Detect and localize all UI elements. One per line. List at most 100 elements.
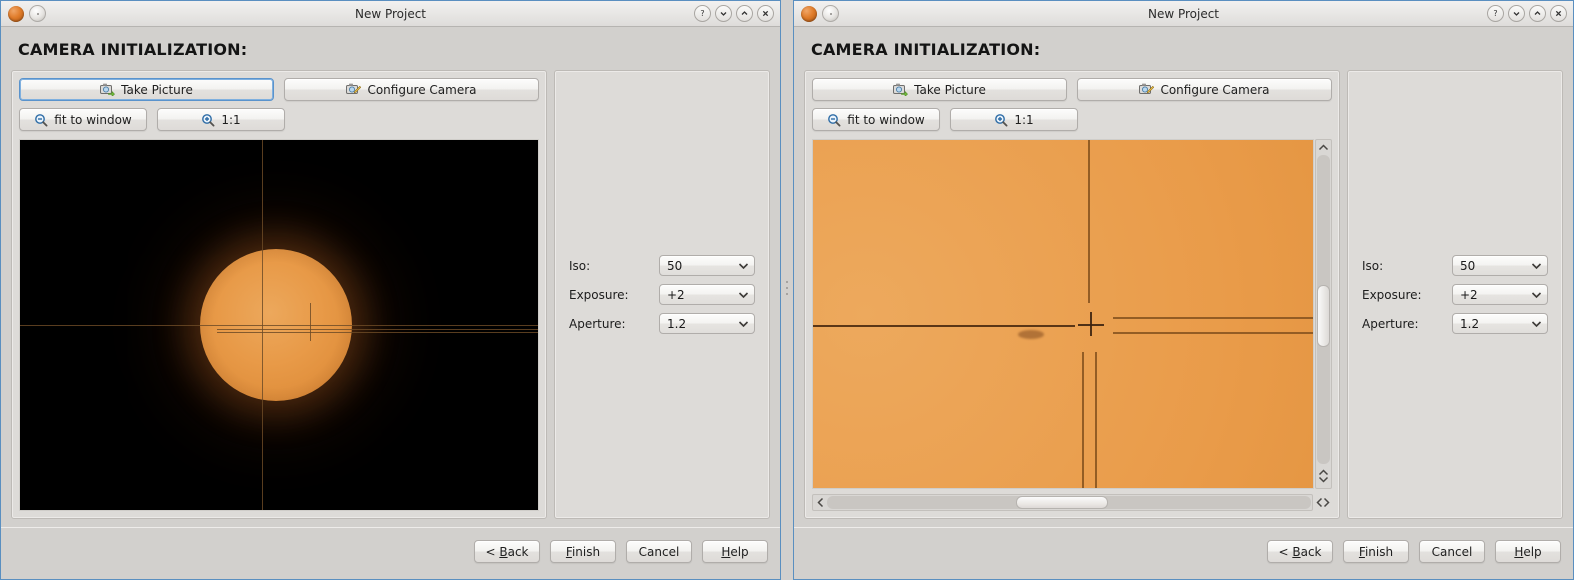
iso-select[interactable]: 50	[1452, 255, 1548, 276]
titlebar[interactable]: New Project ?	[794, 1, 1573, 27]
chevron-down-icon	[738, 320, 749, 328]
reticle-vertical-lower-a	[1082, 352, 1084, 488]
chevron-down-icon	[738, 262, 749, 270]
zoom-in-icon	[201, 113, 215, 127]
camera-add-icon	[893, 83, 909, 96]
wizard-footer: < Back Finish Cancel Help	[794, 527, 1573, 579]
camera-action-toolbar: Take Picture Configure Camera	[812, 78, 1332, 101]
horizontal-scroll-track[interactable]	[827, 496, 1311, 509]
window-controls: ?	[694, 5, 776, 22]
vertical-scroll-thumb[interactable]	[1317, 284, 1330, 347]
finish-button[interactable]: Finish	[1343, 540, 1409, 563]
iso-value: 50	[667, 258, 683, 273]
camera-settings-panel: Iso: 50 Exposure: +2 Aperture: 1.2	[1347, 70, 1563, 519]
window-body: CAMERA INITIALIZATION: Take Picture Conf…	[1, 27, 780, 527]
finish-button[interactable]: Finish	[550, 540, 616, 563]
zoom-in-icon	[994, 113, 1008, 127]
vertical-scroll-track[interactable]	[1317, 155, 1330, 464]
moon-disc-icon	[822, 5, 839, 22]
cancel-label: Cancel	[638, 544, 680, 559]
reticle-horizontal-left	[813, 325, 1075, 327]
zoom-toolbar: fit to window 1:1	[812, 108, 1332, 131]
exposure-row: Exposure: +2	[1362, 284, 1548, 305]
camera-action-toolbar: Take Picture Configure Camera	[19, 78, 539, 101]
sun-disc-zoomed	[813, 140, 1313, 488]
chevron-down-icon	[1531, 320, 1542, 328]
content-row: Take Picture Configure Camera fit to win…	[11, 70, 770, 527]
exposure-select[interactable]: +2	[1452, 284, 1548, 305]
exposure-value: +2	[1460, 287, 1478, 302]
close-window-button[interactable]	[1550, 5, 1567, 22]
configure-camera-label: Configure Camera	[367, 82, 477, 97]
scroll-down-buttons[interactable]	[1316, 465, 1331, 487]
help-window-button[interactable]: ?	[694, 5, 711, 22]
camera-panel: Take Picture Configure Camera fit to win…	[804, 70, 1340, 519]
exposure-value: +2	[667, 287, 685, 302]
desktop: New Project ? CAMERA INITIALIZATION: Tak…	[0, 0, 1574, 580]
one-to-one-button[interactable]: 1:1	[157, 108, 285, 131]
help-button[interactable]: Help	[702, 540, 768, 563]
sun-orb-icon	[801, 5, 817, 22]
svg-text:?: ?	[1493, 9, 1497, 18]
aperture-select[interactable]: 1.2	[1452, 313, 1548, 334]
reticle-vertical-tick	[310, 302, 311, 341]
camera-preview-fit[interactable]	[19, 139, 539, 511]
horizontal-scroll-thumb[interactable]	[1015, 496, 1108, 509]
back-button[interactable]: < Back	[1267, 540, 1333, 563]
help-button[interactable]: Help	[1495, 540, 1561, 563]
reticle-horizontal-line-2	[216, 329, 538, 330]
close-window-button[interactable]	[757, 5, 774, 22]
reticle-horizontal-line-3	[216, 332, 538, 333]
titlebar[interactable]: New Project ?	[1, 1, 780, 27]
scroll-up-button[interactable]	[1316, 141, 1331, 154]
window-one-to-one-view: New Project ? CAMERA INITIALIZATION: Tak…	[793, 0, 1574, 580]
scroll-right-buttons[interactable]	[1314, 497, 1332, 508]
cancel-button[interactable]: Cancel	[626, 540, 692, 563]
minimize-window-button[interactable]	[1508, 5, 1525, 22]
maximize-window-button[interactable]	[1529, 5, 1546, 22]
aperture-row: Aperture: 1.2	[569, 313, 755, 334]
exposure-label: Exposure:	[1362, 287, 1422, 302]
camera-add-icon	[100, 83, 116, 96]
reticle-center-cross-h	[1078, 324, 1104, 326]
wizard-footer: < Back Finish Cancel Help	[1, 527, 780, 579]
camera-panel: Take Picture Configure Camera fit to win…	[11, 70, 547, 519]
cancel-label: Cancel	[1431, 544, 1473, 559]
window-splitter[interactable]	[781, 0, 793, 580]
aperture-value: 1.2	[1460, 316, 1480, 331]
svg-text:?: ?	[700, 9, 704, 18]
window-fit-view: New Project ? CAMERA INITIALIZATION: Tak…	[0, 0, 781, 580]
cancel-button[interactable]: Cancel	[1419, 540, 1485, 563]
reticle-horizontal-right-b	[1113, 332, 1313, 334]
vertical-scrollbar[interactable]	[1315, 139, 1332, 489]
one-to-one-button[interactable]: 1:1	[950, 108, 1078, 131]
fit-to-window-button[interactable]: fit to window	[812, 108, 940, 131]
take-picture-button[interactable]: Take Picture	[812, 78, 1067, 101]
camera-preview-one-to-one[interactable]	[812, 139, 1314, 489]
configure-camera-button[interactable]: Configure Camera	[284, 78, 539, 101]
scroll-left-button[interactable]	[814, 497, 827, 508]
iso-select[interactable]: 50	[659, 255, 755, 276]
help-window-button[interactable]: ?	[1487, 5, 1504, 22]
horizontal-scrollbar[interactable]	[812, 494, 1313, 511]
aperture-label: Aperture:	[569, 316, 626, 331]
exposure-select[interactable]: +2	[659, 284, 755, 305]
zoom-toolbar: fit to window 1:1	[19, 108, 539, 131]
iso-label: Iso:	[1362, 258, 1384, 273]
fit-to-window-label: fit to window	[54, 112, 132, 127]
configure-camera-label: Configure Camera	[1160, 82, 1270, 97]
back-button[interactable]: < Back	[474, 540, 540, 563]
chevron-down-icon	[1531, 262, 1542, 270]
camera-settings-panel: Iso: 50 Exposure: +2 Aperture: 1.2	[554, 70, 770, 519]
aperture-select[interactable]: 1.2	[659, 313, 755, 334]
maximize-window-button[interactable]	[736, 5, 753, 22]
take-picture-button[interactable]: Take Picture	[19, 78, 274, 101]
configure-camera-button[interactable]: Configure Camera	[1077, 78, 1332, 101]
fit-to-window-button[interactable]: fit to window	[19, 108, 147, 131]
sunspot	[1018, 330, 1044, 339]
window-controls: ?	[1487, 5, 1569, 22]
page-title: CAMERA INITIALIZATION:	[811, 40, 1041, 59]
minimize-window-button[interactable]	[715, 5, 732, 22]
aperture-label: Aperture:	[1362, 316, 1419, 331]
zoom-out-icon	[827, 113, 841, 127]
